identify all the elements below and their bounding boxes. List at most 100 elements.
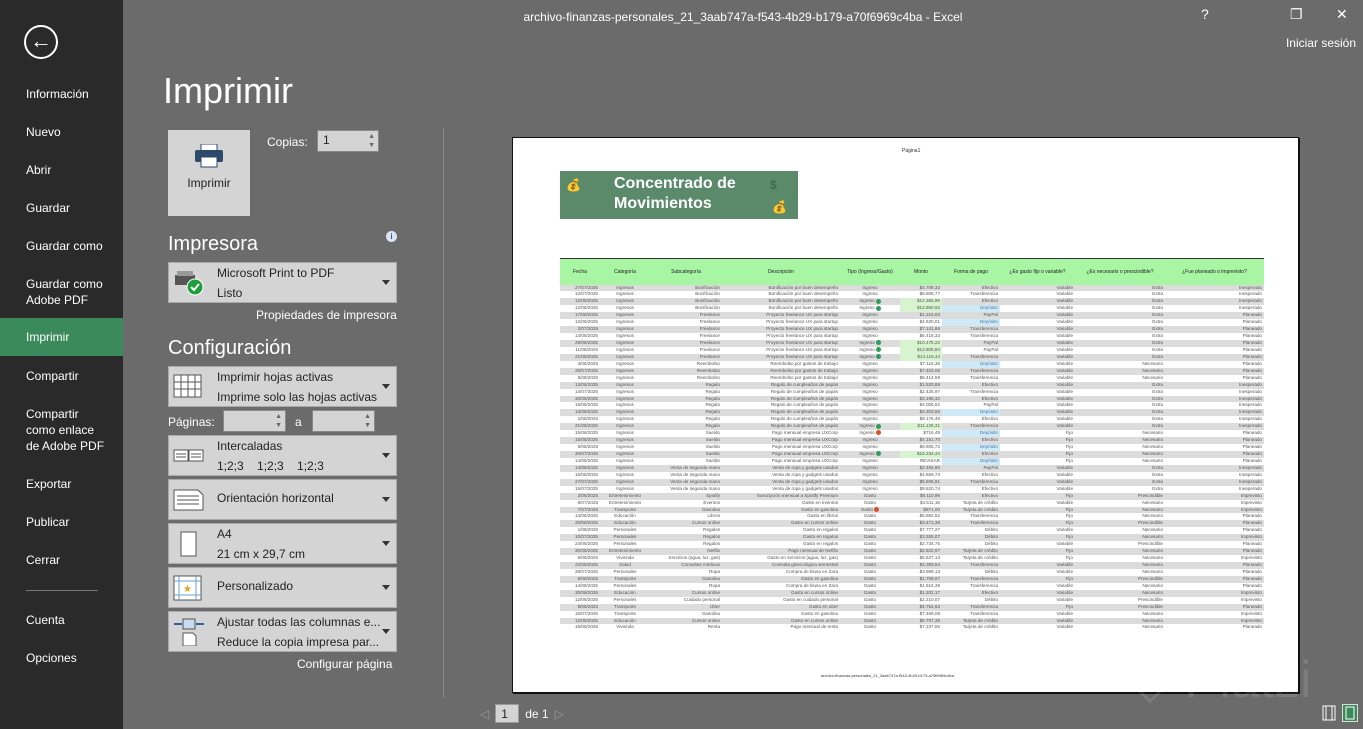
zoom-to-page-button[interactable] — [1342, 704, 1358, 722]
cell-text: Ingresos — [616, 291, 634, 297]
next-page-icon[interactable]: ▷ — [555, 707, 564, 721]
table-cell: 18/06/2025 — [560, 402, 600, 409]
back-button[interactable]: ← — [24, 25, 58, 59]
table-cell: Ingresos — [600, 486, 650, 493]
table-cell: $5.505,91 — [900, 478, 942, 486]
spin-arrows-icon[interactable]: ▲ ▼ — [364, 412, 371, 430]
sidebar-item-imprimir[interactable]: Imprimir — [0, 318, 123, 356]
pages-to-input[interactable]: ▲ ▼ — [312, 410, 375, 432]
table-cell: Bonificación — [650, 291, 722, 298]
table-cell: Pago mensual empresa UXCorp — [722, 430, 840, 437]
sidebar-item-publicar[interactable]: Publicar — [0, 514, 123, 530]
printer-properties-link[interactable]: Propiedades de impresora — [256, 308, 397, 322]
printer-dropdown[interactable]: Microsoft Print to PDF Listo — [168, 262, 397, 303]
table-cell: Necesario — [1075, 367, 1165, 375]
table-cell: Tarjeta de crédito — [942, 548, 1000, 556]
table-cell: Gasto en gasolina — [722, 575, 840, 583]
divider — [26, 590, 98, 591]
cell-text: Cuidado personal — [683, 596, 720, 602]
sidebar-item-información[interactable]: Información — [0, 86, 123, 102]
table-cell: Variable — [1000, 312, 1075, 320]
cell-text: Planeado — [1242, 582, 1262, 588]
cell-text: Regalo — [705, 402, 720, 408]
copies-input[interactable]: 1 ▲ ▼ — [317, 130, 379, 152]
table-cell: 12/08/2025 — [560, 305, 600, 312]
chevron-down-icon — [382, 279, 390, 285]
table-cell: Variable — [1000, 305, 1075, 312]
cell-text: Imprevisto — [1240, 506, 1262, 512]
table-cell: Ingreso — [840, 353, 900, 361]
table-cell: Planeado — [1165, 520, 1264, 528]
table-cell: 11/08/2025 — [560, 347, 600, 354]
cell-text: Freelance — [699, 319, 720, 325]
table-row: 12/08/2025 Educación Cursos online Gasto en… — [560, 617, 1264, 625]
table-cell: Extra — [1075, 389, 1165, 396]
table-row: 24/06/2025 Personales Regalos Gasto en rega… — [560, 541, 1264, 548]
sidebar-item-guardar-como[interactable]: Guardar como — [0, 238, 123, 254]
table-cell: Imprevisto — [1165, 534, 1264, 542]
sidebar-item-exportar[interactable]: Exportar — [0, 476, 123, 492]
help-button[interactable]: ? — [1201, 6, 1209, 22]
table-cell: Variable — [1000, 478, 1075, 486]
sidebar-item-nuevo[interactable]: Nuevo — [0, 124, 123, 140]
column-header: Tipo (Ingreso/Gasto) — [840, 258, 900, 285]
cell-text: Inesperado — [1239, 291, 1262, 297]
sidebar-item-cuenta[interactable]: Cuenta — [0, 612, 123, 628]
scaling-dropdown[interactable]: Ajustar todas las columnas e... Reduce l… — [168, 611, 397, 652]
table-cell: Ingresos — [600, 402, 650, 409]
cell-text: Educación — [614, 617, 636, 623]
close-button[interactable]: ✕ — [1336, 6, 1348, 23]
settings-section-title: Configuración — [168, 337, 292, 359]
orientation-dropdown[interactable]: Orientación horizontal — [168, 479, 397, 520]
cell-text: Variable — [1056, 381, 1073, 387]
info-icon[interactable]: i — [386, 231, 397, 242]
sidebar-item-compartir[interactable]: Compartir — [0, 368, 123, 384]
table-cell: Ingreso — [840, 395, 900, 403]
table-cell: 15/06/2025 — [560, 430, 600, 437]
prev-page-icon[interactable]: ◁ — [480, 707, 489, 721]
sidebar-item-cerrar[interactable]: Cerrar — [0, 552, 123, 568]
table-cell: Ingresos — [600, 389, 650, 396]
collation-dropdown[interactable]: Intercaladas 1;2;3 1;2;3 1;2;3 — [168, 435, 397, 476]
sidebar-item-abrir[interactable]: Abrir — [0, 162, 123, 178]
cell-text: Ingresos — [616, 451, 634, 457]
platzi-watermark: ◇ Platzi — [1130, 651, 1312, 709]
sign-in-link[interactable]: Iniciar sesión — [1286, 36, 1356, 50]
table-cell: $4.659,73 — [900, 472, 942, 479]
cell-text: Variable — [1056, 402, 1073, 408]
chevron-down-icon — [382, 628, 390, 634]
sidebar-item-compartir-como-enlace-de-adobe-pdf[interactable]: Compartir como enlace de Adobe PDF — [0, 406, 110, 454]
cell-text: Fijo — [1065, 575, 1073, 581]
cell-text: Planeado — [1242, 568, 1262, 574]
cell-text: Ingresos — [616, 395, 634, 401]
sidebar-item-guardar-como-adobe-pdf[interactable]: Guardar como Adobe PDF — [0, 276, 110, 308]
cell-text: Cursos online — [691, 520, 720, 526]
sidebar-item-guardar[interactable]: Guardar — [0, 200, 123, 216]
print-what-dropdown[interactable]: Imprimir hojas activas Imprime solo las … — [168, 366, 397, 407]
table-cell: Freelance — [650, 319, 722, 326]
page-setup-link[interactable]: Configurar página — [297, 657, 392, 671]
spin-arrows-icon[interactable]: ▲ ▼ — [275, 412, 282, 430]
cell-text: Variable — [1056, 284, 1073, 290]
show-margins-button[interactable] — [1321, 704, 1337, 722]
cell-text: Ingresos — [616, 353, 634, 359]
table-cell: Inesperado — [1165, 291, 1264, 298]
table-cell: $7.141,66 — [900, 326, 942, 334]
page-number-input[interactable]: 1 — [495, 704, 520, 723]
print-button[interactable]: Imprimir — [168, 130, 250, 216]
table-cell: Imprevisto — [1165, 589, 1264, 597]
spin-arrows-icon[interactable]: ▲ ▼ — [368, 132, 375, 150]
cell-text: Variable — [1056, 423, 1073, 429]
table-cell: Regalo — [650, 389, 722, 396]
cell-text: Venta de ropa y gadgets usados — [772, 478, 838, 484]
sidebar-item-opciones[interactable]: Opciones — [0, 650, 123, 666]
margins-dropdown[interactable]: ★ Personalizado — [168, 567, 397, 608]
cell-text: Fijo — [1065, 457, 1073, 463]
pages-from-input[interactable]: ▲ ▼ — [223, 410, 286, 432]
table-cell: Gasto — [840, 520, 900, 528]
paper-size-dropdown[interactable]: A4 21 cm x 29,7 cm — [168, 523, 397, 564]
table-cell: Ingreso — [840, 291, 900, 298]
restore-button[interactable]: ❐ — [1290, 6, 1303, 23]
cell-text: 13/06/2025 — [575, 381, 598, 387]
table-cell: Gasto — [840, 562, 900, 569]
